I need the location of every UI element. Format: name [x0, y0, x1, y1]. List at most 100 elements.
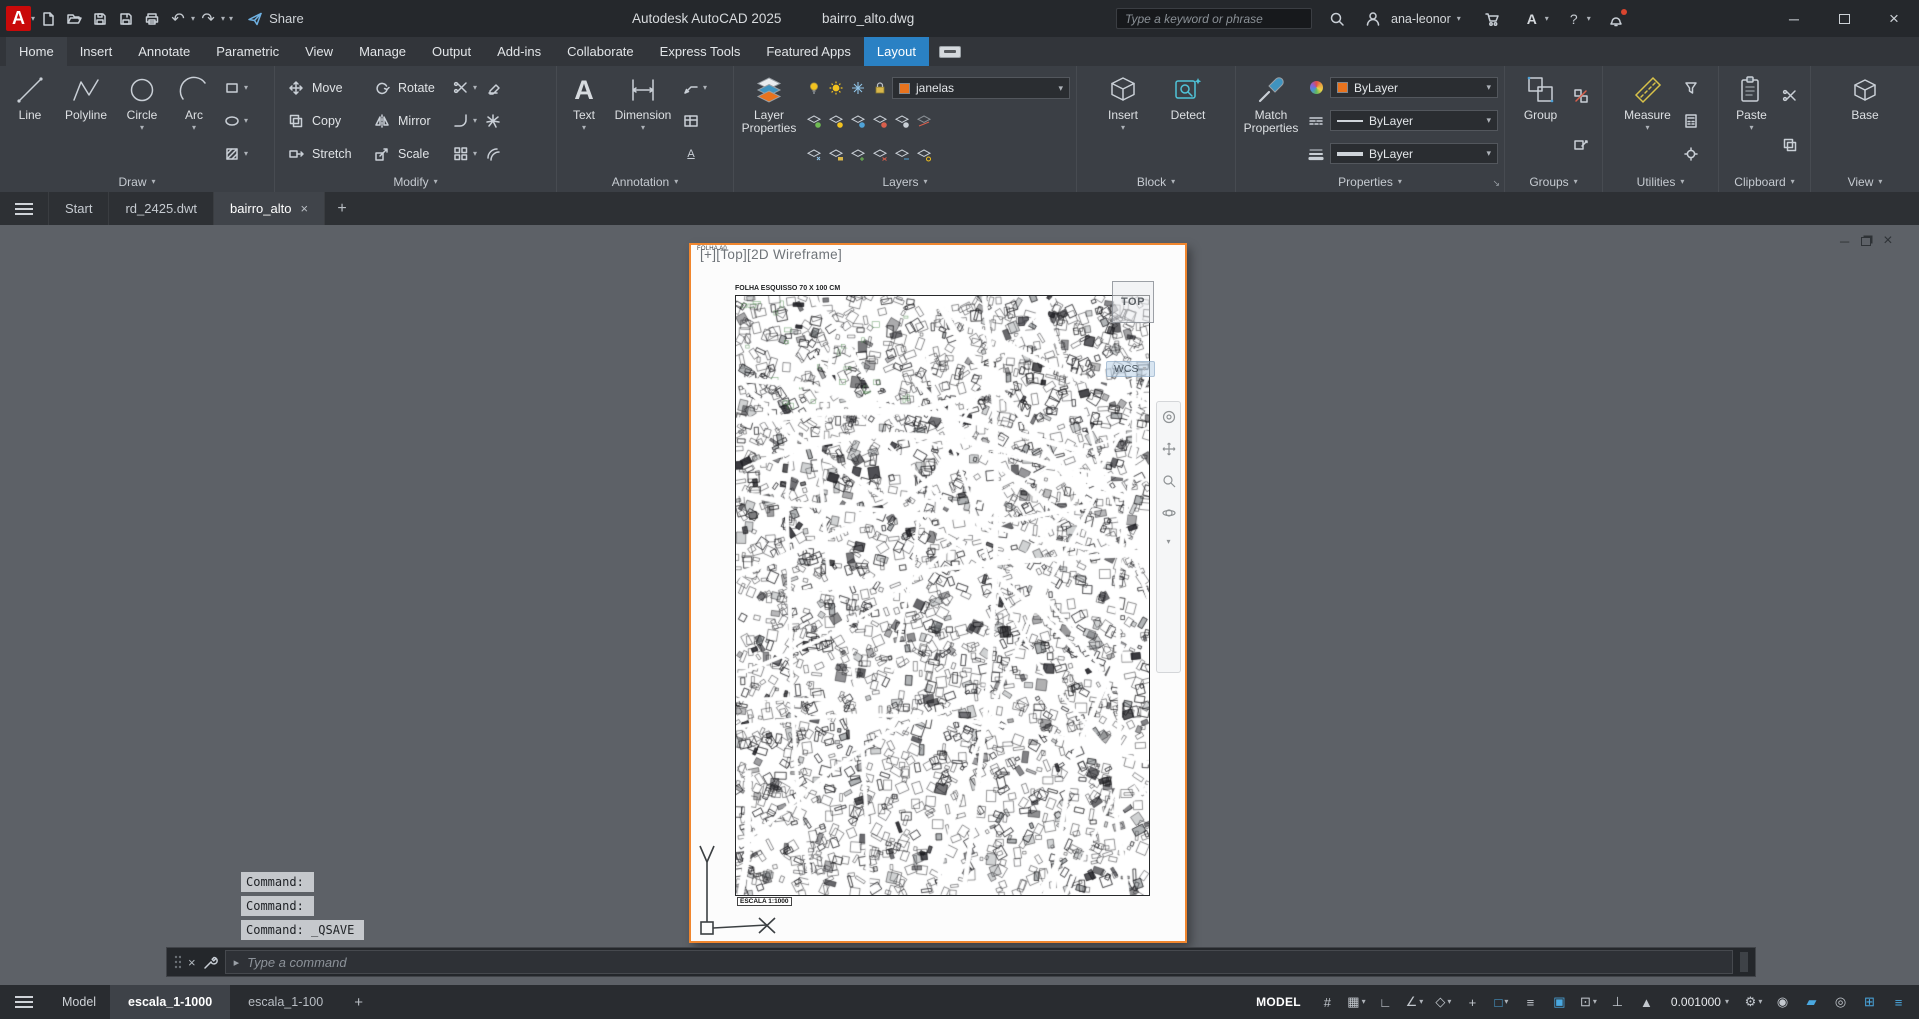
help-icon[interactable]: ? — [1561, 6, 1587, 32]
open-file-button[interactable] — [61, 6, 87, 32]
detect-button[interactable]: Detect — [1160, 70, 1216, 171]
dimension-caret-icon[interactable]: ▾ — [641, 124, 645, 132]
offset-icon[interactable] — [483, 144, 503, 164]
layer-sun-icon[interactable] — [826, 78, 846, 98]
3d-object-snap-toggle[interactable]: ⊡▾ — [1576, 989, 1601, 1015]
pan-icon[interactable] — [1162, 442, 1176, 456]
draw-panel-label[interactable]: Draw▾ — [0, 171, 274, 192]
arc-button[interactable]: Arc ▾ — [170, 70, 218, 171]
leader-icon[interactable] — [681, 78, 701, 98]
layer-match-icon[interactable] — [826, 111, 846, 131]
redo-button[interactable]: ↷ — [195, 6, 221, 32]
group-button[interactable]: Group — [1515, 70, 1567, 171]
command-line-bar[interactable]: × ▸ — [166, 947, 1756, 977]
ungroup-icon[interactable] — [1571, 86, 1591, 106]
command-scroll-thumb[interactable] — [1740, 952, 1748, 972]
search-input[interactable] — [1116, 8, 1312, 29]
share-button[interactable]: Share — [247, 11, 304, 27]
linetype-icon[interactable] — [1306, 111, 1326, 131]
hatch-tool-icon[interactable] — [222, 144, 242, 164]
array-icon[interactable] — [451, 144, 471, 164]
doc-tab-start[interactable]: Start — [48, 192, 109, 225]
measure-button[interactable]: Measure ▾ — [1619, 70, 1677, 171]
annotation-visibility-toggle[interactable]: ▲ — [1634, 989, 1659, 1015]
viewcube-wcs-menu[interactable]: WCS▾ — [1106, 361, 1155, 377]
ribbon-tab-annotate[interactable]: Annotate — [125, 37, 203, 66]
layer-lock-icon[interactable] — [870, 78, 890, 98]
match-properties-button[interactable]: Match Properties — [1240, 70, 1302, 171]
quick-calc-icon[interactable] — [1681, 111, 1701, 131]
search-icon[interactable] — [1324, 6, 1350, 32]
mirror-button[interactable]: Mirror — [367, 106, 445, 135]
ribbon-tab-featured-apps[interactable]: Featured Apps — [753, 37, 864, 66]
redo-caret-icon[interactable]: ▾ — [221, 15, 225, 23]
clipboard-panel-label[interactable]: Clipboard▾ — [1719, 171, 1810, 192]
move-button[interactable]: Move — [281, 73, 361, 102]
autocad-logo-icon[interactable]: A — [6, 6, 31, 31]
circle-caret-icon[interactable]: ▾ — [140, 124, 144, 132]
rotate-button[interactable]: Rotate — [367, 73, 445, 102]
minimize-window-button[interactable]: ─ — [1769, 0, 1819, 37]
lineweight-toggle[interactable]: ≡ — [1518, 989, 1543, 1015]
measure-caret-icon[interactable]: ▾ — [1645, 124, 1649, 132]
signed-in-user[interactable]: ana-leonor — [1391, 12, 1451, 26]
command-customize-wrench-icon[interactable] — [203, 955, 218, 970]
layer-lock-fade-icon[interactable] — [826, 144, 846, 164]
isolate-objects-toggle[interactable]: ◎ — [1828, 989, 1853, 1015]
copy-button[interactable]: Copy — [281, 106, 361, 135]
ribbon-tab-collaborate[interactable]: Collaborate — [554, 37, 647, 66]
arc-caret-icon[interactable]: ▾ — [192, 124, 196, 132]
status-customization-menu[interactable]: ≡ — [1886, 989, 1911, 1015]
ellipse-caret-icon[interactable]: ▾ — [244, 117, 248, 125]
notification-bell-icon[interactable] — [1603, 6, 1629, 32]
clean-screen-toggle[interactable]: ⊞ — [1857, 989, 1882, 1015]
viewcube[interactable]: TOP — [1112, 281, 1154, 323]
layer-delete-icon[interactable] — [870, 144, 890, 164]
explode-icon[interactable] — [483, 111, 503, 131]
object-color-dropdown[interactable]: ByLayer ▾ — [1330, 77, 1498, 98]
layer-make-current-icon[interactable] — [804, 111, 824, 131]
layer-unisolate-icon[interactable] — [892, 111, 912, 131]
properties-panel-label[interactable]: Properties▾↘ — [1236, 171, 1504, 192]
undo-button[interactable]: ↶ — [165, 6, 191, 32]
new-drawing-tab-button[interactable]: + — [325, 192, 359, 225]
city-map-drawing[interactable] — [736, 296, 1149, 895]
space-toggle-button[interactable]: MODEL — [1246, 995, 1311, 1009]
autodesk-app-caret-icon[interactable]: ▾ — [1545, 15, 1549, 23]
annotation-panel-label[interactable]: Annotation▾ — [557, 171, 733, 192]
ortho-toggle[interactable]: ∟ — [1373, 989, 1398, 1015]
layer-properties-button[interactable]: Layer Properties — [738, 70, 800, 171]
layer-previous-icon[interactable] — [848, 111, 868, 131]
save-button[interactable] — [87, 6, 113, 32]
array-caret-icon[interactable]: ▾ — [473, 150, 477, 158]
layout-tab-escala-1-100[interactable]: escala_1-100 — [230, 985, 341, 1019]
id-point-icon[interactable] — [1681, 144, 1701, 164]
plot-button[interactable] — [139, 6, 165, 32]
object-color-icon[interactable] — [1306, 78, 1326, 98]
object-snap-toggle[interactable]: □▾ — [1489, 989, 1514, 1015]
group-edit-icon[interactable] — [1571, 135, 1591, 155]
selection-cycling-toggle[interactable]: ▣ — [1547, 989, 1572, 1015]
file-tabs-menu-icon[interactable] — [0, 192, 48, 225]
view-panel-label[interactable]: View▾ — [1811, 171, 1919, 192]
close-window-button[interactable]: × — [1869, 0, 1919, 37]
doc-minimize-icon[interactable]: ─ — [1840, 235, 1849, 248]
insert-block-button[interactable]: Insert ▾ — [1096, 70, 1150, 171]
command-input[interactable] — [247, 955, 1724, 970]
modify-panel-label[interactable]: Modify▾ — [275, 171, 556, 192]
close-tab-icon[interactable]: × — [300, 201, 308, 216]
text-button[interactable]: A Text ▾ — [561, 70, 607, 171]
isodraft-toggle[interactable]: ◇▾ — [1431, 989, 1456, 1015]
layer-isolate-icon[interactable] — [870, 111, 890, 131]
command-close-icon[interactable]: × — [188, 955, 196, 970]
grid-toggle[interactable]: # — [1315, 989, 1340, 1015]
ellipse-tool-icon[interactable] — [222, 111, 242, 131]
layout-tab-escala-1-1000[interactable]: escala_1-1000 — [110, 985, 230, 1019]
ucs-icon[interactable] — [695, 840, 790, 945]
circle-button[interactable]: Circle ▾ — [116, 70, 168, 171]
text-style-icon[interactable]: A — [681, 144, 701, 164]
layer-walk-icon[interactable] — [892, 144, 912, 164]
save-as-button[interactable] — [113, 6, 139, 32]
lineweight-icon[interactable] — [1306, 144, 1326, 164]
paste-button[interactable]: Paste ▾ — [1728, 70, 1776, 171]
